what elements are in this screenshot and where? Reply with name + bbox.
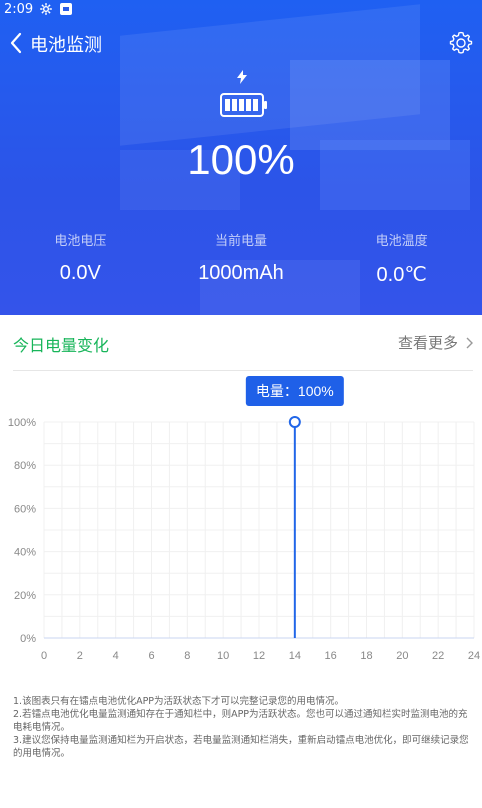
battery-level-chart: 0% 20% 40% 60% 80% 100% 0 2 4 6 8 10 12 14 16 18 20 22 24 电… (0, 372, 482, 668)
x-tick-label: 18 (360, 650, 372, 662)
y-tick-label: 0% (20, 633, 36, 645)
y-tick-label: 80% (14, 460, 36, 472)
x-tick-label: 10 (217, 650, 229, 662)
settings-status-icon (39, 2, 53, 16)
y-tick-label: 20% (14, 590, 36, 602)
battery-icon (220, 93, 268, 117)
status-bar: 2:09 (0, 0, 482, 18)
stat-capacity: 当前电量 1000mAh (161, 230, 322, 287)
charging-bolt-icon (235, 69, 249, 84)
x-tick-label: 20 (396, 650, 408, 662)
note-line: 3.建议您保持电量监测通知栏为开启状态，若电量监测通知栏消失，重新启动镭点电池优… (13, 735, 469, 759)
stat-value: 0.0℃ (376, 264, 427, 286)
section-title: 今日电量变化 (13, 336, 110, 355)
x-tick-label: 14 (289, 650, 301, 662)
stat-value: 0.0V (59, 262, 101, 284)
stat-label: 当前电量 (215, 234, 268, 249)
x-tick-label: 24 (468, 650, 480, 662)
x-tick-label: 12 (253, 650, 265, 662)
daily-battery-section-header: 今日电量变化 查看更多 (0, 330, 482, 356)
section-divider (13, 370, 473, 371)
back-arrow-icon[interactable] (6, 30, 28, 56)
note-line: 1.该图表只有在镭点电池优化APP为活跃状态下才可以完整记录您的用电情况。 (13, 696, 345, 707)
x-tick-label: 6 (148, 650, 154, 662)
x-tick-label: 8 (184, 650, 190, 662)
stat-label: 电池温度 (375, 234, 428, 249)
stat-temperature: 电池温度 0.0℃ (321, 230, 482, 287)
app-bar: 电池监测 (0, 28, 482, 58)
tooltip-label: 电量：100% (256, 383, 334, 399)
battery-stats: 电池电压 0.0V 当前电量 1000mAh 电池温度 0.0℃ (0, 230, 482, 287)
stat-voltage: 电池电压 0.0V (0, 230, 161, 287)
stat-label: 电池电压 (54, 234, 107, 249)
x-tick-label: 4 (113, 650, 119, 662)
x-tick-label: 0 (41, 650, 47, 662)
y-tick-label: 60% (14, 503, 36, 515)
x-tick-label: 22 (432, 650, 444, 662)
screenshot-status-icon (59, 2, 73, 16)
view-more-label: 查看更多 (397, 334, 458, 352)
status-time: 2:09 (4, 1, 34, 17)
y-tick-label: 40% (14, 547, 36, 559)
x-tick-label: 16 (325, 650, 337, 662)
battery-chart-svg: 0%20%40%60%80%100%0 2 4 6 8 10 12 14 16 18 20 22 24电… (8, 376, 480, 662)
battery-hero-panel: 2:09 电池监测 100% 电池电压 0.0V 当前电量 1000mAh 电池… (0, 0, 482, 315)
view-more-button[interactable]: 查看更多 (398, 332, 474, 353)
chevron-right-icon (466, 337, 473, 348)
x-tick-label: 2 (77, 650, 83, 662)
notes-block: 1.该图表只有在镭点电池优化APP为活跃状态下才可以完整记录您的用电情况。 2.… (13, 695, 475, 760)
note-line: 2.若镭点电池优化电量监测通知存在于通知栏中，则APP为活跃状态。您也可以通过通… (13, 709, 468, 733)
data-point (288, 416, 301, 428)
page-title: 电池监测 (30, 35, 102, 56)
gear-icon[interactable] (448, 30, 474, 56)
battery-percent: 100% (187, 136, 295, 183)
stat-value: 1000mAh (198, 262, 284, 284)
y-tick-label: 100% (8, 417, 36, 429)
